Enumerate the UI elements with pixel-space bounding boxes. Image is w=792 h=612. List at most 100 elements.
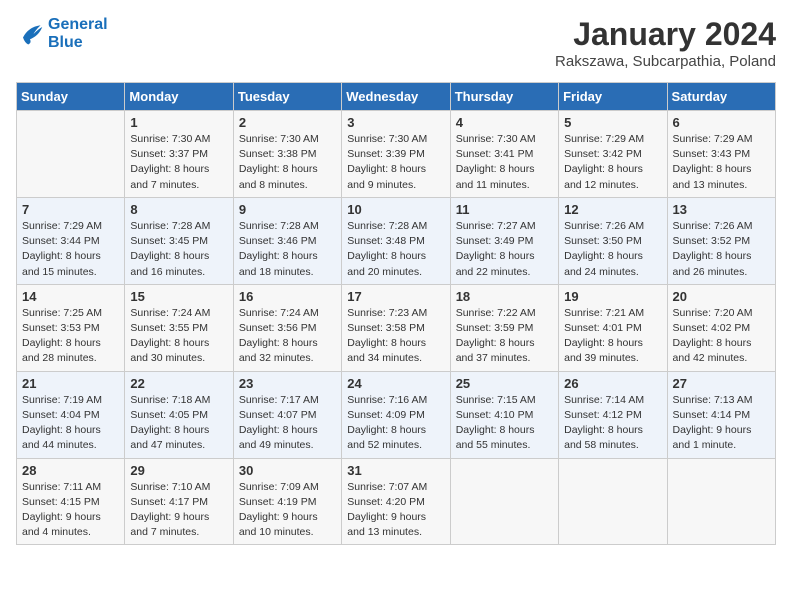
calendar-body: 1 Sunrise: 7:30 AM Sunset: 3:37 PM Daylig… [17,111,776,545]
day-number: 8 [130,202,227,217]
day-number: 15 [130,289,227,304]
calendar-cell: 16Sunrise: 7:24 AM Sunset: 3:56 PM Dayli… [233,284,341,371]
calendar-cell: 20Sunrise: 7:20 AM Sunset: 4:02 PM Dayli… [667,284,775,371]
calendar-cell: 6 Sunrise: 7:29 AM Sunset: 3:43 PM Daylig… [667,111,775,198]
day-number: 25 [456,376,553,391]
day-number: 17 [347,289,444,304]
page-header: General Blue January 2024 Rakszawa, Subc… [16,16,776,70]
day-number: 1 [130,115,227,130]
day-info: Sunrise: 7:22 AM Sunset: 3:59 PM Dayligh… [456,306,553,367]
day-number: 11 [456,202,553,217]
calendar-cell: 8 Sunrise: 7:28 AM Sunset: 3:45 PM Daylig… [125,197,233,284]
day-info: Sunrise: 7:24 AM Sunset: 3:56 PM Dayligh… [239,306,336,367]
day-number: 12 [564,202,661,217]
logo: General Blue [16,16,108,51]
day-info: Sunrise: 7:28 AM Sunset: 3:46 PM Dayligh… [239,219,336,280]
calendar-cell: 30 Sunrise: 7:09 AM Sunset: 4:19 PM Dayli… [233,458,341,545]
calendar-cell: 13Sunrise: 7:26 AM Sunset: 3:52 PM Dayli… [667,197,775,284]
calendar-cell: 1 Sunrise: 7:30 AM Sunset: 3:37 PM Daylig… [125,111,233,198]
day-number: 3 [347,115,444,130]
calendar-cell: 28 Sunrise: 7:11 AM Sunset: 4:15 PM Dayli… [17,458,125,545]
day-info: Sunrise: 7:30 AM Sunset: 3:37 PM Dayligh… [130,132,227,193]
day-number: 6 [673,115,770,130]
day-number: 23 [239,376,336,391]
calendar-cell: 3 Sunrise: 7:30 AM Sunset: 3:39 PM Daylig… [342,111,450,198]
day-info: Sunrise: 7:24 AM Sunset: 3:55 PM Dayligh… [130,306,227,367]
calendar-cell: 17 Sunrise: 7:23 AM Sunset: 3:58 PM Dayli… [342,284,450,371]
day-info: Sunrise: 7:07 AM Sunset: 4:20 PM Dayligh… [347,480,444,541]
header-tuesday: Tuesday [233,83,341,111]
day-number: 10 [347,202,444,217]
calendar-cell: 23 Sunrise: 7:17 AM Sunset: 4:07 PM Dayli… [233,371,341,458]
day-info: Sunrise: 7:30 AM Sunset: 3:39 PM Dayligh… [347,132,444,193]
calendar-cell [559,458,667,545]
logo-icon [16,20,44,48]
calendar-cell: 11 Sunrise: 7:27 AM Sunset: 3:49 PM Dayli… [450,197,558,284]
day-info: Sunrise: 7:23 AM Sunset: 3:58 PM Dayligh… [347,306,444,367]
day-info: Sunrise: 7:19 AM Sunset: 4:04 PM Dayligh… [22,393,119,454]
calendar-cell: 15 Sunrise: 7:24 AM Sunset: 3:55 PM Dayli… [125,284,233,371]
calendar-cell: 21Sunrise: 7:19 AM Sunset: 4:04 PM Dayli… [17,371,125,458]
day-number: 19 [564,289,661,304]
day-info: Sunrise: 7:30 AM Sunset: 3:38 PM Dayligh… [239,132,336,193]
day-info: Sunrise: 7:26 AM Sunset: 3:50 PM Dayligh… [564,219,661,280]
calendar-cell: 12 Sunrise: 7:26 AM Sunset: 3:50 PM Dayli… [559,197,667,284]
location-subtitle: Rakszawa, Subcarpathia, Poland [555,53,776,70]
day-info: Sunrise: 7:10 AM Sunset: 4:17 PM Dayligh… [130,480,227,541]
day-info: Sunrise: 7:21 AM Sunset: 4:01 PM Dayligh… [564,306,661,367]
day-number: 7 [22,202,119,217]
day-number: 20 [673,289,770,304]
month-title: January 2024 [555,16,776,53]
day-info: Sunrise: 7:29 AM Sunset: 3:43 PM Dayligh… [673,132,770,193]
day-info: Sunrise: 7:16 AM Sunset: 4:09 PM Dayligh… [347,393,444,454]
day-number: 22 [130,376,227,391]
header-saturday: Saturday [667,83,775,111]
day-info: Sunrise: 7:30 AM Sunset: 3:41 PM Dayligh… [456,132,553,193]
day-info: Sunrise: 7:26 AM Sunset: 3:52 PM Dayligh… [673,219,770,280]
header-monday: Monday [125,83,233,111]
calendar-cell: 10Sunrise: 7:28 AM Sunset: 3:48 PM Dayli… [342,197,450,284]
week-row-2: 7 Sunrise: 7:29 AM Sunset: 3:44 PM Daylig… [17,197,776,284]
calendar-cell: 2 Sunrise: 7:30 AM Sunset: 3:38 PM Daylig… [233,111,341,198]
calendar-cell: 18 Sunrise: 7:22 AM Sunset: 3:59 PM Dayli… [450,284,558,371]
day-number: 2 [239,115,336,130]
calendar-table: SundayMondayTuesdayWednesdayThursdayFrid… [16,82,776,545]
day-info: Sunrise: 7:29 AM Sunset: 3:44 PM Dayligh… [22,219,119,280]
header-thursday: Thursday [450,83,558,111]
day-info: Sunrise: 7:27 AM Sunset: 3:49 PM Dayligh… [456,219,553,280]
day-number: 30 [239,463,336,478]
day-info: Sunrise: 7:09 AM Sunset: 4:19 PM Dayligh… [239,480,336,541]
calendar-cell: 4 Sunrise: 7:30 AM Sunset: 3:41 PM Daylig… [450,111,558,198]
day-number: 4 [456,115,553,130]
calendar-cell: 26 Sunrise: 7:14 AM Sunset: 4:12 PM Dayli… [559,371,667,458]
day-info: Sunrise: 7:13 AM Sunset: 4:14 PM Dayligh… [673,393,770,454]
day-number: 18 [456,289,553,304]
week-row-3: 14Sunrise: 7:25 AM Sunset: 3:53 PM Dayli… [17,284,776,371]
calendar-cell: 19 Sunrise: 7:21 AM Sunset: 4:01 PM Dayli… [559,284,667,371]
day-info: Sunrise: 7:25 AM Sunset: 3:53 PM Dayligh… [22,306,119,367]
calendar-cell: 22 Sunrise: 7:18 AM Sunset: 4:05 PM Dayli… [125,371,233,458]
title-block: January 2024 Rakszawa, Subcarpathia, Pol… [555,16,776,70]
calendar-cell [667,458,775,545]
day-info: Sunrise: 7:28 AM Sunset: 3:45 PM Dayligh… [130,219,227,280]
day-info: Sunrise: 7:29 AM Sunset: 3:42 PM Dayligh… [564,132,661,193]
week-row-4: 21Sunrise: 7:19 AM Sunset: 4:04 PM Dayli… [17,371,776,458]
day-number: 28 [22,463,119,478]
day-number: 31 [347,463,444,478]
calendar-cell: 24Sunrise: 7:16 AM Sunset: 4:09 PM Dayli… [342,371,450,458]
calendar-cell: 25 Sunrise: 7:15 AM Sunset: 4:10 PM Dayli… [450,371,558,458]
calendar-cell: 14Sunrise: 7:25 AM Sunset: 3:53 PM Dayli… [17,284,125,371]
day-info: Sunrise: 7:11 AM Sunset: 4:15 PM Dayligh… [22,480,119,541]
day-info: Sunrise: 7:17 AM Sunset: 4:07 PM Dayligh… [239,393,336,454]
day-number: 27 [673,376,770,391]
week-row-5: 28 Sunrise: 7:11 AM Sunset: 4:15 PM Dayli… [17,458,776,545]
day-number: 26 [564,376,661,391]
day-number: 5 [564,115,661,130]
week-row-1: 1 Sunrise: 7:30 AM Sunset: 3:37 PM Daylig… [17,111,776,198]
day-info: Sunrise: 7:18 AM Sunset: 4:05 PM Dayligh… [130,393,227,454]
day-info: Sunrise: 7:15 AM Sunset: 4:10 PM Dayligh… [456,393,553,454]
day-info: Sunrise: 7:14 AM Sunset: 4:12 PM Dayligh… [564,393,661,454]
calendar-cell: 31 Sunrise: 7:07 AM Sunset: 4:20 PM Dayli… [342,458,450,545]
calendar-cell: 27 Sunrise: 7:13 AM Sunset: 4:14 PM Dayli… [667,371,775,458]
calendar-cell: 9Sunrise: 7:28 AM Sunset: 3:46 PM Daylig… [233,197,341,284]
